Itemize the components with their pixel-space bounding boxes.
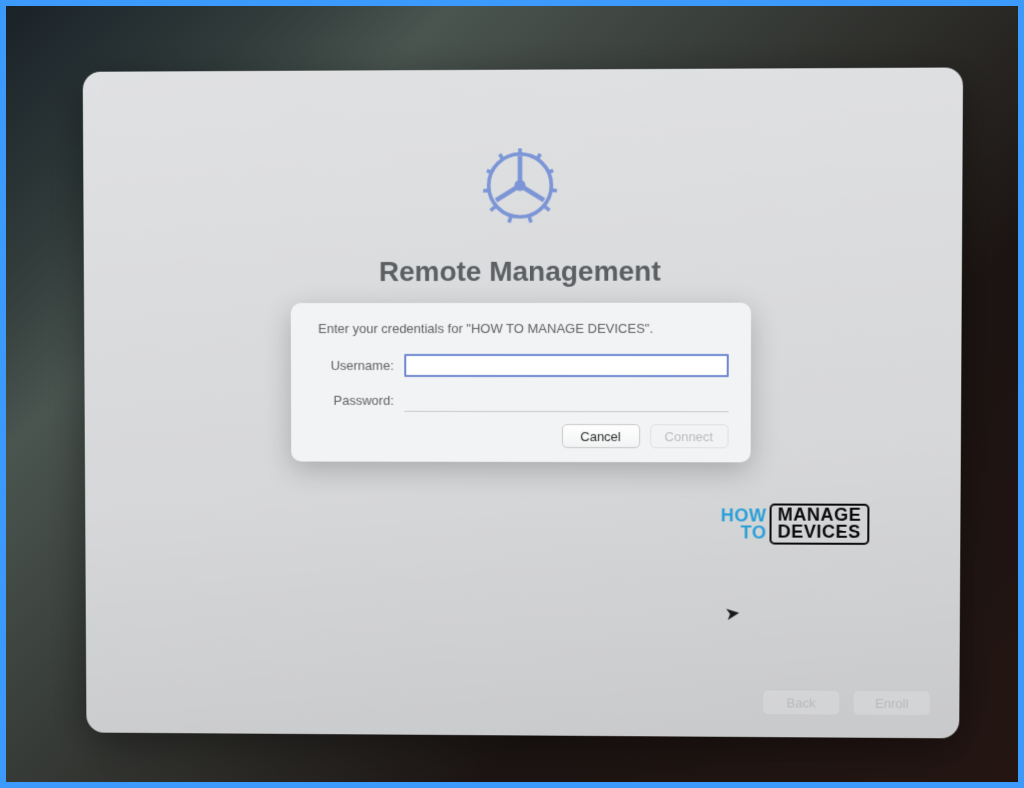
watermark-right: MANAGE DEVICES <box>769 503 869 545</box>
watermark-to: TO <box>741 524 767 541</box>
enroll-button[interactable]: Enroll <box>852 690 931 716</box>
dialog-button-row: Cancel Connect <box>312 424 728 449</box>
watermark-devices: DEVICES <box>778 524 862 541</box>
cancel-button[interactable]: Cancel <box>561 424 639 448</box>
password-input[interactable] <box>404 389 728 412</box>
credentials-dialog: Enter your credentials for "HOW TO MANAG… <box>290 303 750 463</box>
watermark-left: HOW TO <box>721 507 767 541</box>
dialog-prompt: Enter your credentials for "HOW TO MANAG… <box>312 321 728 336</box>
page-title: Remote Management <box>84 255 962 288</box>
remote-management-window: Remote Management Enter your credentials… <box>83 67 963 738</box>
connect-button[interactable]: Connect <box>650 424 728 448</box>
watermark-logo: HOW TO MANAGE DEVICES <box>721 503 870 545</box>
username-input[interactable] <box>404 354 729 377</box>
desktop-background: Remote Management Enter your credentials… <box>6 6 1018 782</box>
cursor-icon: ➤ <box>724 602 742 625</box>
username-row: Username: <box>312 354 728 377</box>
password-label: Password: <box>312 393 403 408</box>
password-row: Password: <box>312 389 728 412</box>
username-label: Username: <box>312 358 404 373</box>
gear-icon <box>469 135 569 236</box>
back-button[interactable]: Back <box>762 689 841 715</box>
footer-button-row: Back Enroll <box>762 689 931 716</box>
